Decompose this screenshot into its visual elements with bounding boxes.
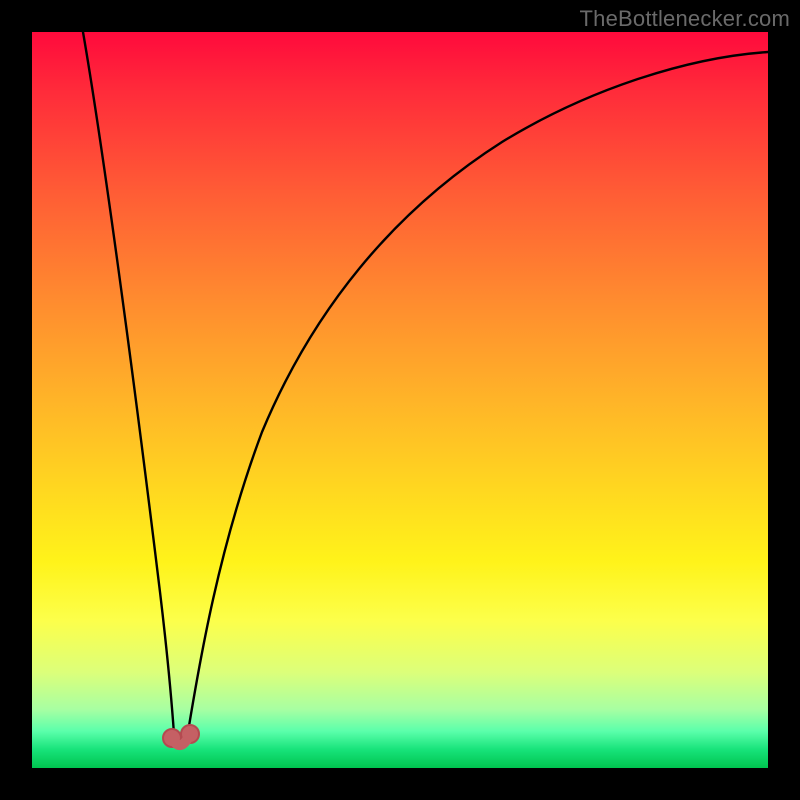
chart-frame: TheBottlenecker.com <box>0 0 800 800</box>
watermark-text: TheBottlenecker.com <box>580 6 790 32</box>
bottleneck-curve-path <box>83 32 768 744</box>
curve-layer <box>32 32 768 768</box>
plot-area <box>32 32 768 768</box>
valley-marker <box>163 725 199 747</box>
